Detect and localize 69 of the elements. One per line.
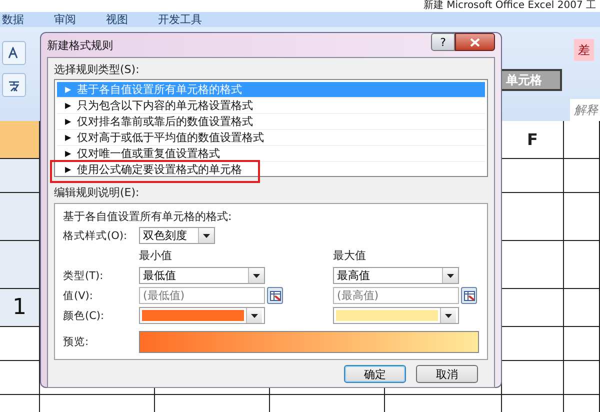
sheet-cell[interactable]	[564, 241, 600, 289]
field-label: 值(V):	[63, 288, 94, 302]
cell-style-swatch[interactable]: 解释	[570, 99, 600, 121]
help-button[interactable]: ?	[431, 33, 455, 51]
sheet-cell[interactable]	[502, 193, 564, 241]
sheet-cell[interactable]	[0, 327, 40, 361]
format-style-dropdown[interactable]: 双色刻度	[139, 227, 215, 244]
dialog-title: 新建格式规则	[47, 38, 113, 52]
description-text: 基于各自值设置所有单元格的格式:	[63, 209, 233, 224]
sheet-cell[interactable]	[564, 327, 600, 361]
sheet-cell[interactable]: 1	[0, 289, 40, 327]
caret-icon	[447, 274, 454, 278]
column-header-cell[interactable]	[0, 121, 40, 159]
type-dropdown[interactable]: 最低值	[139, 267, 265, 284]
ribbon-tab[interactable]: 视图	[106, 12, 128, 27]
sheet-cell[interactable]	[564, 361, 600, 395]
phonetic-button[interactable]	[2, 73, 26, 97]
color-dropdown[interactable]	[333, 307, 459, 324]
caret-icon	[253, 274, 260, 278]
column-label: 最小值	[139, 248, 172, 263]
caret-icon	[251, 314, 258, 318]
field-label: 预览:	[63, 335, 90, 349]
cell-text: 1	[12, 295, 26, 320]
ribbon-tab[interactable]: 数据	[2, 12, 24, 27]
dialog-button[interactable]: 确定	[344, 365, 406, 383]
sheet-cell[interactable]	[502, 289, 564, 327]
sheet-cell[interactable]	[564, 289, 600, 327]
dialog-button[interactable]: 取消	[416, 365, 478, 383]
sheet-cell[interactable]	[564, 193, 600, 241]
range-select-icon	[464, 290, 474, 300]
section-label: 选择规则类型(S):	[54, 62, 140, 77]
caret-icon	[445, 314, 452, 318]
ribbon-tab[interactable]: 开发工具	[158, 12, 202, 27]
range-picker-button[interactable]	[267, 287, 283, 304]
value-field[interactable]: (最低值)	[139, 287, 265, 304]
sheet-cell[interactable]	[502, 327, 564, 361]
sheet-cell[interactable]	[0, 361, 40, 395]
rule-type-item[interactable]: ▶ 使用公式确定要设置格式的单元格	[57, 162, 485, 178]
column-header: F	[527, 130, 538, 149]
grow-font-button[interactable]	[2, 41, 26, 65]
close-icon	[470, 38, 480, 46]
rule-type-item[interactable]: ▶ 仅对排名靠前或靠后的数值设置格式	[57, 114, 485, 130]
range-select-icon	[270, 290, 280, 300]
sheet-cell[interactable]	[0, 241, 40, 289]
rule-type-item[interactable]: ▶ 只为包含以下内容的单元格设置格式	[57, 98, 485, 114]
sheet-cell[interactable]	[564, 159, 600, 193]
rule-type-item[interactable]: ▶ 仅对唯一值或重复值设置格式	[57, 146, 485, 162]
cell-style-swatch[interactable]: 差	[574, 39, 594, 61]
sheet-cell[interactable]	[0, 159, 40, 193]
rule-type-item[interactable]: ▶ 仅对高于或低于平均值的数值设置格式	[57, 130, 485, 146]
sheet-cell[interactable]	[502, 241, 564, 289]
sheet-cell[interactable]	[502, 361, 564, 395]
value-field[interactable]: (最高值)	[333, 287, 459, 304]
color-dropdown[interactable]	[139, 307, 265, 324]
field-label: 类型(T):	[63, 268, 104, 282]
close-button[interactable]	[455, 33, 495, 51]
sheet-cell[interactable]	[502, 159, 564, 193]
section-label: 编辑规则说明(E):	[54, 185, 140, 200]
ribbon-tab[interactable]: 审阅	[54, 12, 76, 27]
field-label: 颜色(C):	[63, 308, 106, 322]
column-label: 最大值	[333, 248, 366, 263]
column-header-cell[interactable]	[564, 121, 600, 159]
range-picker-button[interactable]	[461, 287, 477, 304]
caret-icon	[203, 234, 210, 238]
field-label: 格式样式(O):	[63, 228, 128, 242]
sheet-cell[interactable]	[0, 193, 40, 241]
type-dropdown[interactable]: 最高值	[333, 267, 459, 284]
font-size-icon	[8, 47, 20, 59]
column-header-cell[interactable]: F	[502, 121, 564, 159]
